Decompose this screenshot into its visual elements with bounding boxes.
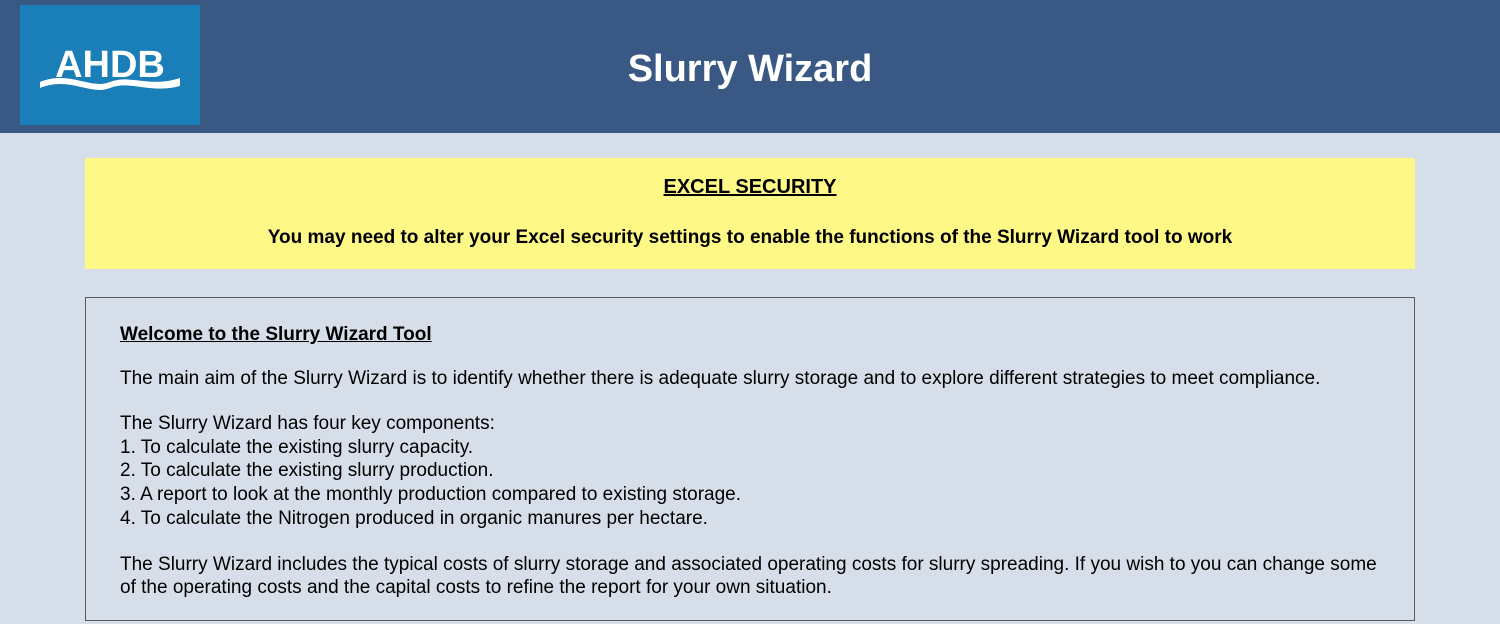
- page-title: Slurry Wizard: [628, 48, 873, 91]
- list-item: 1. To calculate the existing slurry capa…: [120, 436, 1384, 460]
- content-area: EXCEL SECURITY You may need to alter you…: [0, 133, 1500, 621]
- security-banner: EXCEL SECURITY You may need to alter you…: [85, 158, 1415, 269]
- components-intro: The Slurry Wizard has four key component…: [120, 412, 1384, 436]
- security-text: You may need to alter your Excel securit…: [115, 227, 1385, 249]
- list-item: 2. To calculate the existing slurry prod…: [120, 459, 1384, 483]
- welcome-main-aim: The main aim of the Slurry Wizard is to …: [120, 368, 1384, 390]
- welcome-heading: Welcome to the Slurry Wizard Tool: [120, 324, 1384, 346]
- ahdb-logo: AHDB: [20, 5, 200, 125]
- list-item: 4. To calculate the Nitrogen produced in…: [120, 507, 1384, 531]
- welcome-box: Welcome to the Slurry Wizard Tool The ma…: [85, 297, 1415, 621]
- costs-paragraph: The Slurry Wizard includes the typical c…: [120, 553, 1384, 601]
- page-header: AHDB Slurry Wizard: [0, 0, 1500, 133]
- logo-text: AHDB: [55, 44, 165, 87]
- security-heading: EXCEL SECURITY: [115, 176, 1385, 199]
- components-list: 1. To calculate the existing slurry capa…: [120, 436, 1384, 531]
- list-item: 3. A report to look at the monthly produ…: [120, 483, 1384, 507]
